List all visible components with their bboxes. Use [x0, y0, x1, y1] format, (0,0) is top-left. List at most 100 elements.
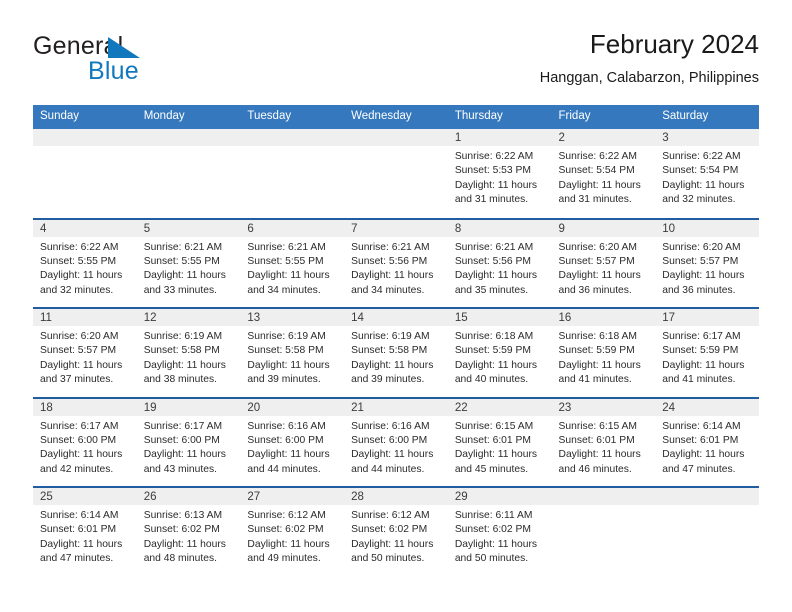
weekday-header-wednesday: Wednesday — [344, 105, 448, 129]
day-sun-info: Sunrise: 6:12 AM Sunset: 6:02 PM Daylight:… — [344, 505, 448, 567]
calendar-day-cell[interactable]: 28 Sunrise: 6:12 AM Sunset: 6:02 PM Dayligh… — [344, 486, 448, 577]
day-sun-info: Sunrise: 6:19 AM Sunset: 5:58 PM Daylight:… — [240, 326, 344, 388]
daylight-line-2: and 47 minutes. — [40, 553, 114, 565]
daylight-line-1: Daylight: 11 hours — [143, 359, 226, 371]
calendar-day-cell[interactable]: 18 Sunrise: 6:17 AM Sunset: 6:00 PM Dayligh… — [33, 396, 137, 487]
daylight-line-2: and 38 minutes. — [143, 374, 217, 386]
sunset-line: Sunset: 6:00 PM — [40, 434, 117, 446]
calendar-day-cell[interactable]: 5 Sunrise: 6:21 AM Sunset: 5:55 PM Daylight… — [136, 217, 241, 308]
day-number: 12 — [136, 309, 241, 326]
calendar-day-cell[interactable]: 9 Sunrise: 6:20 AM Sunset: 5:57 PM Daylight… — [551, 217, 656, 308]
weekday-header-friday: Friday — [551, 105, 656, 129]
daylight-line-1: Daylight: 11 hours — [558, 359, 641, 371]
sunrise-line: Sunrise: 6:14 AM — [662, 420, 741, 432]
sunset-line: Sunset: 5:57 PM — [40, 345, 117, 357]
sunrise-line: Sunrise: 6:18 AM — [454, 331, 534, 342]
calendar-day-cell[interactable]: 10 Sunrise: 6:20 AM Sunset: 5:57 PM Dayligh… — [655, 217, 759, 308]
calendar-day-cell[interactable]: 27 Sunrise: 6:12 AM Sunset: 6:02 PM Dayligh… — [240, 486, 345, 577]
sunset-line: Sunset: 5:59 PM — [662, 345, 739, 357]
calendar-day-cell[interactable]: 29 Sunrise: 6:11 AM Sunset: 6:02 PM Dayligh… — [447, 486, 552, 577]
calendar-day-cell-empty — [655, 486, 759, 577]
daylight-line-2: and 41 minutes. — [558, 374, 632, 386]
sunset-line: Sunset: 5:57 PM — [662, 255, 739, 267]
calendar-day-cell[interactable]: 21 Sunrise: 6:16 AM Sunset: 6:00 PM Dayligh… — [344, 396, 448, 487]
sunrise-line: Sunrise: 6:20 AM — [40, 331, 119, 342]
sunset-line: Sunset: 5:58 PM — [351, 345, 428, 357]
daylight-line-1: Daylight: 11 hours — [558, 270, 641, 282]
day-sun-info: Sunrise: 6:22 AM Sunset: 5:53 PM Daylight:… — [448, 146, 552, 208]
calendar-week-row: 11 Sunrise: 6:20 AM Sunset: 5:57 PM Dayligh… — [33, 307, 759, 398]
calendar-day-cell[interactable]: 22 Sunrise: 6:15 AM Sunset: 6:01 PM Dayligh… — [447, 396, 552, 487]
day-number: 19 — [136, 398, 241, 416]
calendar-day-cell[interactable]: 16 Sunrise: 6:18 AM Sunset: 5:59 PM Dayligh… — [551, 307, 656, 398]
calendar-day-cell[interactable]: 23 Sunrise: 6:15 AM Sunset: 6:01 PM Dayligh… — [551, 396, 656, 487]
weekday-header-thursday: Thursday — [447, 105, 552, 129]
sunrise-line: Sunrise: 6:19 AM — [143, 331, 223, 342]
day-number: 4 — [33, 219, 137, 237]
brand-logo[interactable]: General Blue — [33, 32, 253, 94]
sunrise-line: Sunrise: 6:22 AM — [40, 241, 119, 253]
calendar-day-cell[interactable]: 15 Sunrise: 6:18 AM Sunset: 5:59 PM Dayligh… — [447, 307, 552, 398]
calendar-day-cell-empty — [344, 129, 448, 219]
sunrise-line: Sunrise: 6:20 AM — [558, 241, 637, 253]
sunset-line: Sunset: 5:57 PM — [558, 255, 635, 267]
daylight-line-2: and 42 minutes. — [40, 463, 114, 475]
calendar-day-cell[interactable]: 19 Sunrise: 6:17 AM Sunset: 6:00 PM Dayligh… — [136, 396, 241, 487]
daylight-line-2: and 46 minutes. — [558, 463, 632, 475]
day-sun-info: Sunrise: 6:18 AM Sunset: 5:59 PM Daylight:… — [552, 326, 656, 388]
calendar-day-cell[interactable]: 12 Sunrise: 6:19 AM Sunset: 5:58 PM Dayligh… — [136, 307, 241, 398]
calendar-day-cell[interactable]: 4 Sunrise: 6:22 AM Sunset: 5:55 PM Daylight… — [33, 217, 137, 308]
calendar-day-cell[interactable]: 2 Sunrise: 6:22 AM Sunset: 5:54 PM Daylight… — [551, 129, 656, 219]
sunset-line: Sunset: 5:54 PM — [662, 165, 739, 177]
daylight-line-1: Daylight: 11 hours — [247, 449, 330, 461]
calendar-day-cell[interactable]: 6 Sunrise: 6:21 AM Sunset: 5:55 PM Daylight… — [240, 217, 345, 308]
calendar-day-cell[interactable]: 17 Sunrise: 6:17 AM Sunset: 5:59 PM Dayligh… — [655, 307, 759, 398]
calendar-day-cell[interactable]: 25 Sunrise: 6:14 AM Sunset: 6:01 PM Dayligh… — [33, 486, 137, 577]
day-number: 11 — [33, 309, 137, 326]
daylight-line-2: and 34 minutes. — [247, 284, 321, 296]
calendar-day-cell[interactable]: 14 Sunrise: 6:19 AM Sunset: 5:58 PM Dayligh… — [344, 307, 448, 398]
day-number: 6 — [240, 219, 345, 237]
daylight-line-2: and 40 minutes. — [454, 374, 529, 386]
sunrise-line: Sunrise: 6:18 AM — [558, 331, 637, 342]
daylight-line-1: Daylight: 11 hours — [454, 449, 538, 461]
day-number: 8 — [447, 219, 552, 237]
sunset-line: Sunset: 5:53 PM — [454, 165, 531, 177]
weekday-header-saturday: Saturday — [655, 105, 759, 129]
daylight-line-1: Daylight: 11 hours — [143, 449, 226, 461]
calendar-day-cell[interactable]: 13 Sunrise: 6:19 AM Sunset: 5:58 PM Dayligh… — [240, 307, 345, 398]
calendar-week-row: 4 Sunrise: 6:22 AM Sunset: 5:55 PM Daylight… — [33, 217, 759, 308]
day-number — [551, 488, 656, 505]
calendar-day-cell[interactable]: 3 Sunrise: 6:22 AM Sunset: 5:54 PM Daylight… — [655, 129, 759, 219]
daylight-line-1: Daylight: 11 hours — [40, 270, 123, 282]
sunset-line: Sunset: 5:56 PM — [351, 255, 428, 267]
day-number: 3 — [655, 129, 759, 146]
calendar-day-cell[interactable]: 11 Sunrise: 6:20 AM Sunset: 5:57 PM Dayligh… — [33, 307, 137, 398]
daylight-line-2: and 44 minutes. — [247, 463, 321, 475]
sunrise-line: Sunrise: 6:17 AM — [40, 420, 119, 432]
calendar-day-cell[interactable]: 20 Sunrise: 6:16 AM Sunset: 6:00 PM Dayligh… — [240, 396, 345, 487]
calendar-day-cell[interactable]: 1 Sunrise: 6:22 AM Sunset: 5:53 PM Daylight… — [447, 129, 552, 219]
calendar-day-cell-empty — [136, 129, 241, 219]
daylight-line-2: and 39 minutes. — [247, 374, 321, 386]
calendar-day-cell[interactable]: 8 Sunrise: 6:21 AM Sunset: 5:56 PM Daylight… — [447, 217, 552, 308]
daylight-line-2: and 31 minutes. — [558, 194, 632, 206]
sunrise-line: Sunrise: 6:13 AM — [143, 510, 223, 521]
day-number: 2 — [551, 129, 656, 146]
daylight-line-2: and 35 minutes. — [454, 284, 529, 296]
page-title: February 2024 — [589, 29, 759, 59]
daylight-line-1: Daylight: 11 hours — [351, 538, 434, 550]
day-number: 23 — [551, 398, 656, 416]
calendar-day-cell-empty — [551, 486, 656, 577]
day-sun-info: Sunrise: 6:12 AM Sunset: 6:02 PM Daylight:… — [240, 505, 344, 567]
daylight-line-1: Daylight: 11 hours — [558, 449, 641, 461]
day-sun-info: Sunrise: 6:22 AM Sunset: 5:55 PM Daylight:… — [33, 237, 137, 299]
calendar-day-cell[interactable]: 26 Sunrise: 6:13 AM Sunset: 6:02 PM Dayligh… — [136, 486, 241, 577]
calendar-week-row: 18 Sunrise: 6:17 AM Sunset: 6:00 PM Dayligh… — [33, 396, 759, 487]
day-number: 29 — [447, 488, 552, 505]
day-number: 22 — [447, 398, 552, 416]
calendar-day-cell[interactable]: 7 Sunrise: 6:21 AM Sunset: 5:56 PM Daylight… — [344, 217, 448, 308]
calendar-day-cell[interactable]: 24 Sunrise: 6:14 AM Sunset: 6:01 PM Dayligh… — [655, 396, 759, 487]
day-sun-info: Sunrise: 6:21 AM Sunset: 5:56 PM Daylight:… — [344, 237, 448, 299]
sunset-line: Sunset: 6:01 PM — [40, 524, 117, 536]
